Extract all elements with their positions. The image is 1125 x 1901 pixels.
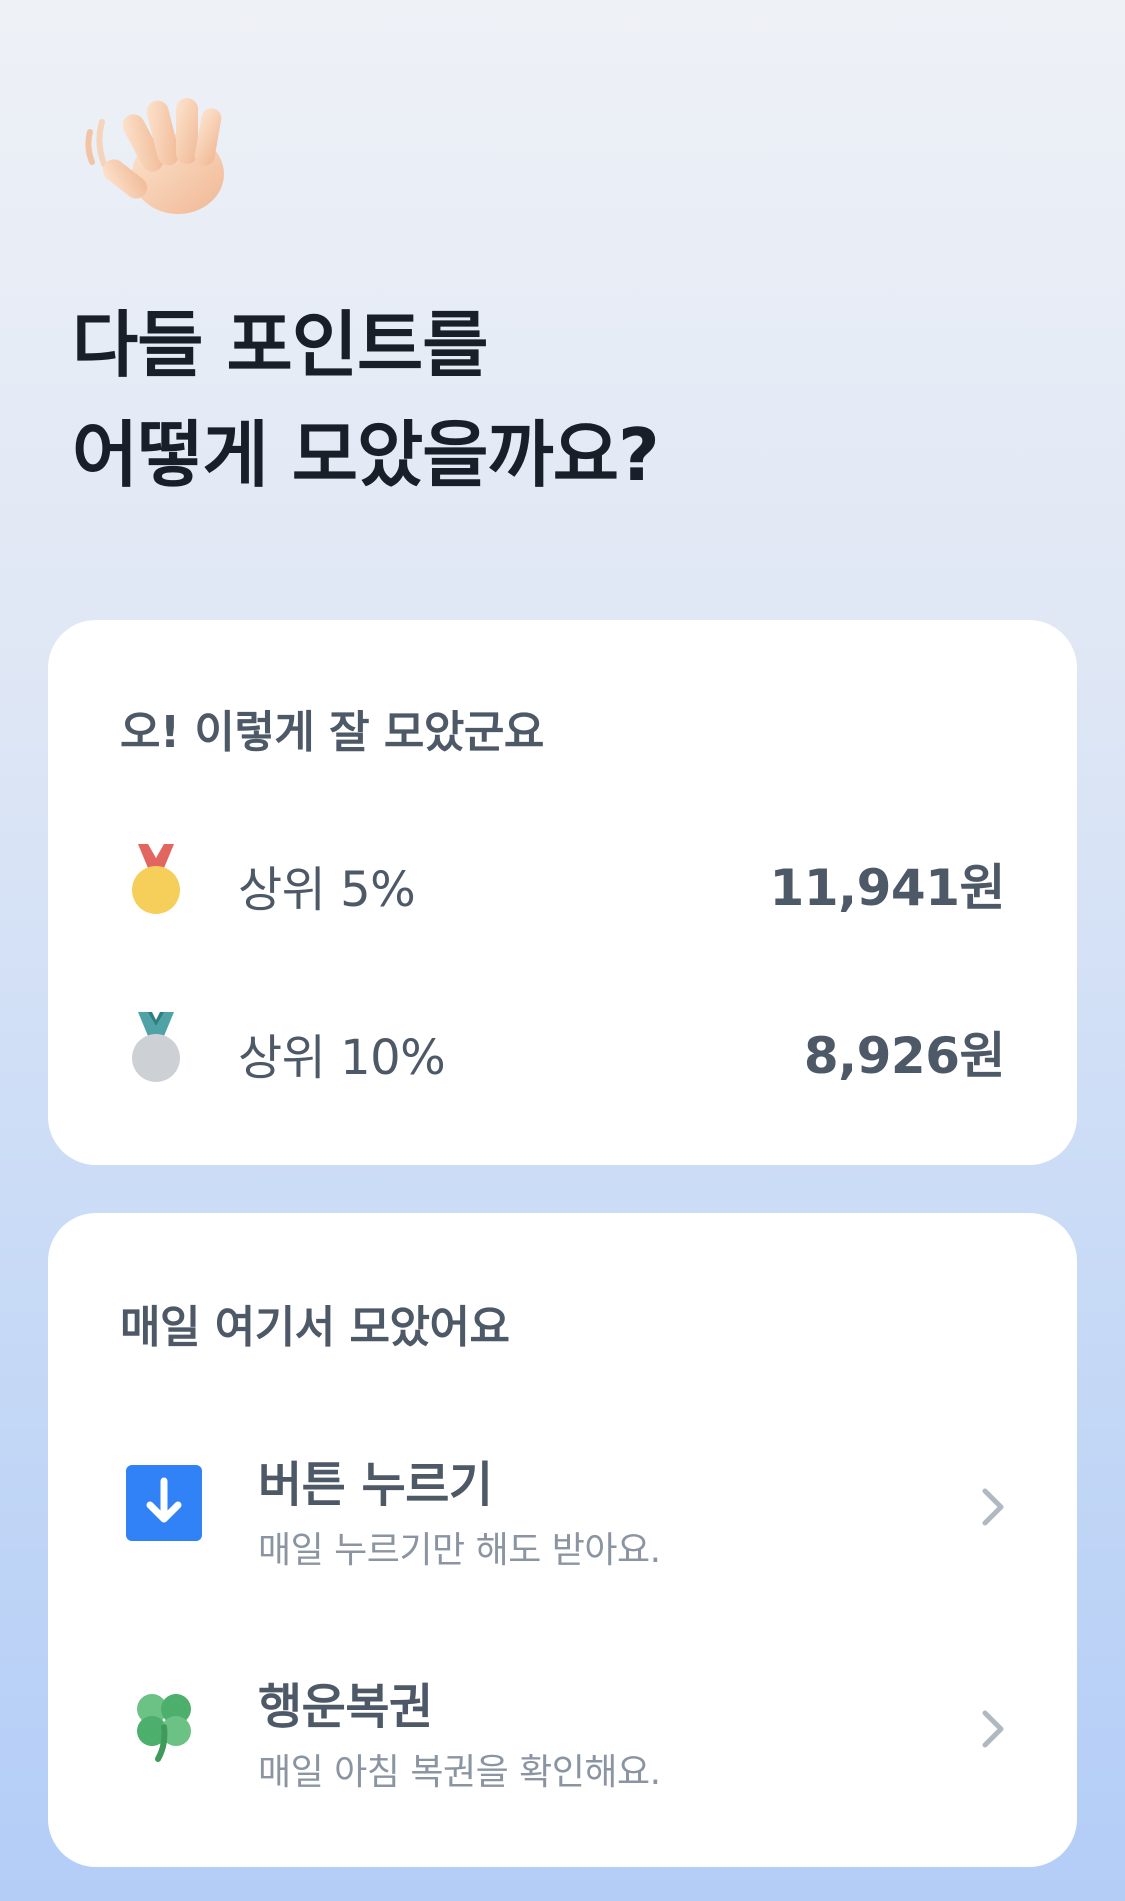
rank-row-top-5: 상위 5% 11,941원: [48, 838, 1077, 938]
way-item-subtitle: 매일 누르기만 해도 받아요.: [258, 1530, 661, 1571]
rank-amount: 11,941원: [769, 859, 1006, 917]
gold-medal-icon: [132, 844, 180, 914]
way-item-subtitle: 매일 아침 복권을 확인해요.: [258, 1752, 661, 1793]
page-headline: 다들 포인트를 어떻게 모았을까요?: [72, 290, 660, 510]
rank-amount: 8,926원: [803, 1027, 1006, 1085]
ranking-card: 오! 이렇게 잘 모았군요 상위 5% 11,941원 상위 10% 8,926…: [48, 620, 1077, 1165]
rank-label: 상위 10%: [238, 1030, 446, 1086]
waving-hand-icon: [85, 98, 224, 214]
rank-label: 상위 5%: [238, 862, 416, 918]
way-item-lucky-lottery[interactable]: 행운복권 매일 아침 복권을 확인해요.: [48, 1665, 1077, 1805]
silver-medal-icon: [132, 1012, 180, 1082]
chevron-right-icon: [982, 1710, 1004, 1748]
way-item-title: 버튼 누르기: [258, 1457, 493, 1513]
ways-card: 매일 여기서 모았어요 버튼 누르기 매일 누르기만 해도 받아요. 행운복권 …: [48, 1213, 1077, 1867]
chevron-right-icon: [982, 1488, 1004, 1526]
four-leaf-clover-icon: [137, 1694, 191, 1762]
rank-row-top-10: 상위 10% 8,926원: [48, 1006, 1077, 1106]
way-item-button-press[interactable]: 버튼 누르기 매일 누르기만 해도 받아요.: [48, 1443, 1077, 1583]
headline-line-1: 다들 포인트를: [72, 303, 489, 387]
ranking-card-title: 오! 이렇게 잘 모았군요: [120, 707, 544, 758]
way-item-title: 행운복권: [258, 1679, 433, 1735]
headline-line-2: 어떻게 모았을까요?: [72, 413, 660, 497]
download-arrow-icon: [126, 1465, 202, 1541]
ways-card-title: 매일 여기서 모았어요: [120, 1302, 510, 1353]
